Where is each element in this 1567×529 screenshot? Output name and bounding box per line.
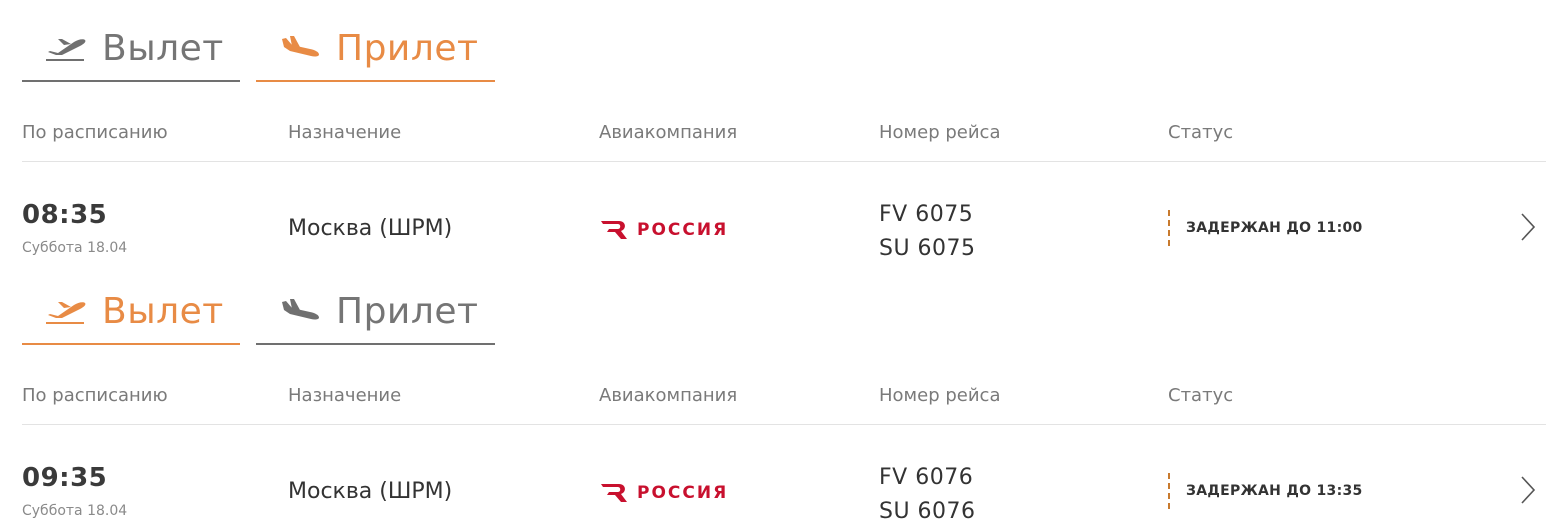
header-destination: Назначение <box>288 122 402 143</box>
tab-departures-label: Вылет <box>102 290 224 332</box>
column-headers: По расписанию Назначение Авиакомпания Но… <box>22 122 1546 148</box>
plane-landing-icon <box>278 296 322 326</box>
flight-number: SU 6075 <box>879 236 976 261</box>
scheduled-time: 08:35 <box>22 200 108 230</box>
header-flight-number: Номер рейса <box>879 385 1001 406</box>
tab-departures[interactable]: Вылет <box>22 24 240 82</box>
flight-status: ЗАДЕРЖАН ДО 13:35 <box>1168 473 1363 509</box>
rossiya-logo-icon <box>601 484 627 502</box>
chevron-right-icon[interactable] <box>1520 475 1536 505</box>
header-airline: Авиакомпания <box>599 385 738 406</box>
scheduled-time: 09:35 <box>22 463 108 493</box>
tab-arrivals-label: Прилет <box>336 27 479 69</box>
destination: Москва (ШРМ) <box>288 479 453 504</box>
flight-board-departures: Вылет Прилет По расписанию Назначение Ав… <box>22 263 1546 527</box>
flight-number: FV 6076 <box>879 465 974 490</box>
flight-row[interactable]: 09:35 Суббота 18.04 Москва (ШРМ) РОССИЯ … <box>22 425 1546 527</box>
header-flight-number: Номер рейса <box>879 122 1001 143</box>
airline-logo: РОССИЯ <box>599 480 749 506</box>
flight-number: FV 6075 <box>879 202 974 227</box>
destination: Москва (ШРМ) <box>288 216 453 241</box>
status-marker <box>1168 210 1170 246</box>
tab-departures[interactable]: Вылет <box>22 287 240 345</box>
chevron-right-icon[interactable] <box>1520 212 1536 242</box>
plane-landing-icon <box>278 33 322 63</box>
airline-name: РОССИЯ <box>637 220 729 240</box>
scheduled-date: Суббота 18.04 <box>22 503 128 519</box>
flight-row[interactable]: 08:35 Суббота 18.04 Москва (ШРМ) РОССИЯ … <box>22 162 1546 264</box>
tab-arrivals[interactable]: Прилет <box>256 287 495 345</box>
header-scheduled: По расписанию <box>22 122 168 143</box>
tab-arrivals-label: Прилет <box>336 290 479 332</box>
header-airline: Авиакомпания <box>599 122 738 143</box>
flight-board-arrivals: Вылет Прилет По расписанию Назначение Ав… <box>22 0 1546 264</box>
airline-logo: РОССИЯ <box>599 217 749 243</box>
header-status: Статус <box>1168 122 1234 143</box>
column-headers: По расписанию Назначение Авиакомпания Но… <box>22 385 1546 411</box>
plane-takeoff-icon <box>44 33 88 63</box>
status-text: ЗАДЕРЖАН ДО 13:35 <box>1186 483 1363 499</box>
flight-numbers: FV 6076 SU 6076 <box>879 461 976 529</box>
header-status: Статус <box>1168 385 1234 406</box>
tab-departures-label: Вылет <box>102 27 224 69</box>
rossiya-logo-icon <box>601 221 627 239</box>
status-text: ЗАДЕРЖАН ДО 11:00 <box>1186 220 1363 236</box>
scheduled-date: Суббота 18.04 <box>22 240 128 256</box>
flight-number: SU 6076 <box>879 499 976 524</box>
header-scheduled: По расписанию <box>22 385 168 406</box>
airline-name: РОССИЯ <box>637 483 729 503</box>
flight-status: ЗАДЕРЖАН ДО 11:00 <box>1168 210 1363 246</box>
tab-arrivals[interactable]: Прилет <box>256 24 495 82</box>
plane-takeoff-icon <box>44 296 88 326</box>
header-destination: Назначение <box>288 385 402 406</box>
status-marker <box>1168 473 1170 509</box>
flight-numbers: FV 6075 SU 6075 <box>879 198 976 266</box>
